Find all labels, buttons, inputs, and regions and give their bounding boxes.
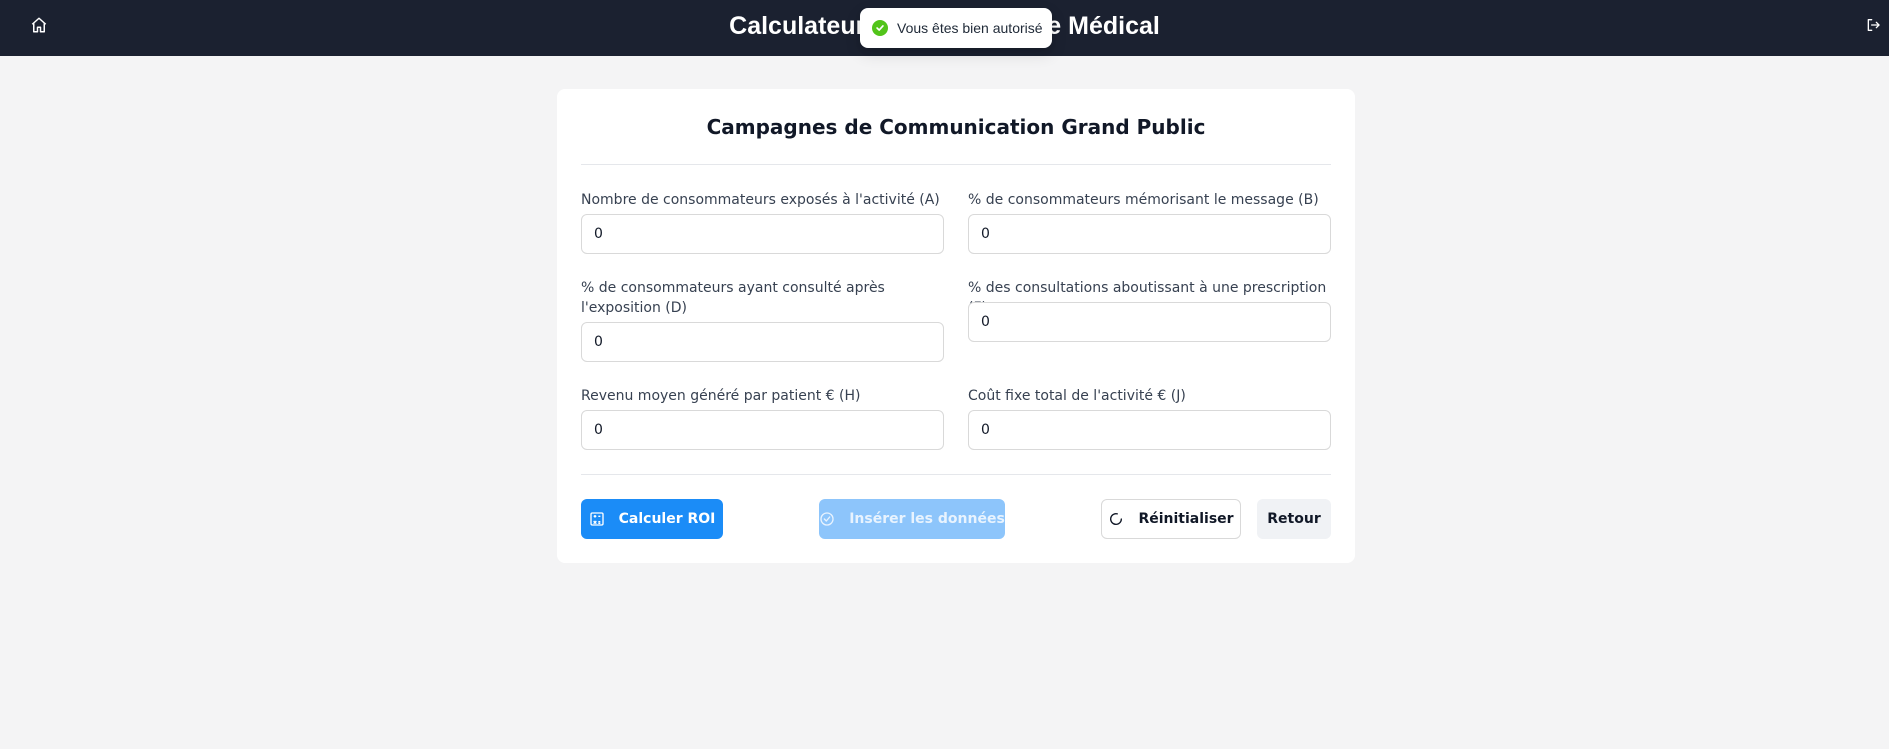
logout-icon — [1867, 19, 1880, 31]
insert-data-label: Insérer les données — [849, 511, 1005, 527]
toast-notification: Vous êtes bien autorisé — [860, 8, 1052, 48]
reset-button[interactable]: Réinitialiser — [1101, 499, 1241, 539]
calculator-icon — [589, 511, 605, 527]
logout-button[interactable] — [1862, 14, 1884, 36]
field-label-j: Coût fixe total de l'activité € (J) — [968, 388, 1186, 404]
roi-form-card: Campagnes de Communication Grand Public … — [557, 89, 1355, 563]
fixed-cost-input[interactable] — [968, 410, 1331, 450]
reload-icon — [1108, 511, 1124, 527]
check-circle-icon — [819, 511, 835, 527]
consultation-percent-input[interactable] — [581, 322, 944, 362]
field-label-d: % de consommateurs ayant consulté après … — [581, 280, 885, 316]
field-label-h: Revenu moyen généré par patient € (H) — [581, 388, 861, 404]
memorization-percent-input[interactable] — [968, 214, 1331, 254]
revenue-per-patient-input[interactable] — [581, 410, 944, 450]
back-label: Retour — [1267, 511, 1321, 527]
back-button[interactable]: Retour — [1257, 499, 1331, 539]
field-label-b: % de consommateurs mémorisant le message… — [968, 192, 1319, 208]
toast-message: Vous êtes bien autorisé — [897, 20, 1043, 36]
prescription-percent-input[interactable] — [968, 302, 1331, 342]
field-label-a: Nombre de consommateurs exposés à l'acti… — [581, 192, 940, 208]
title-divider — [581, 164, 1331, 165]
calculate-roi-label: Calculer ROI — [618, 511, 716, 527]
form-title: Campagnes de Communication Grand Public — [706, 115, 1206, 139]
reset-label: Réinitialiser — [1138, 511, 1234, 527]
calculate-roi-button[interactable]: Calculer ROI — [581, 499, 723, 539]
check-circle-icon — [872, 20, 888, 36]
actions-divider — [581, 474, 1331, 475]
consumers-exposed-input[interactable] — [581, 214, 944, 254]
insert-data-button[interactable]: Insérer les données — [819, 499, 1005, 539]
